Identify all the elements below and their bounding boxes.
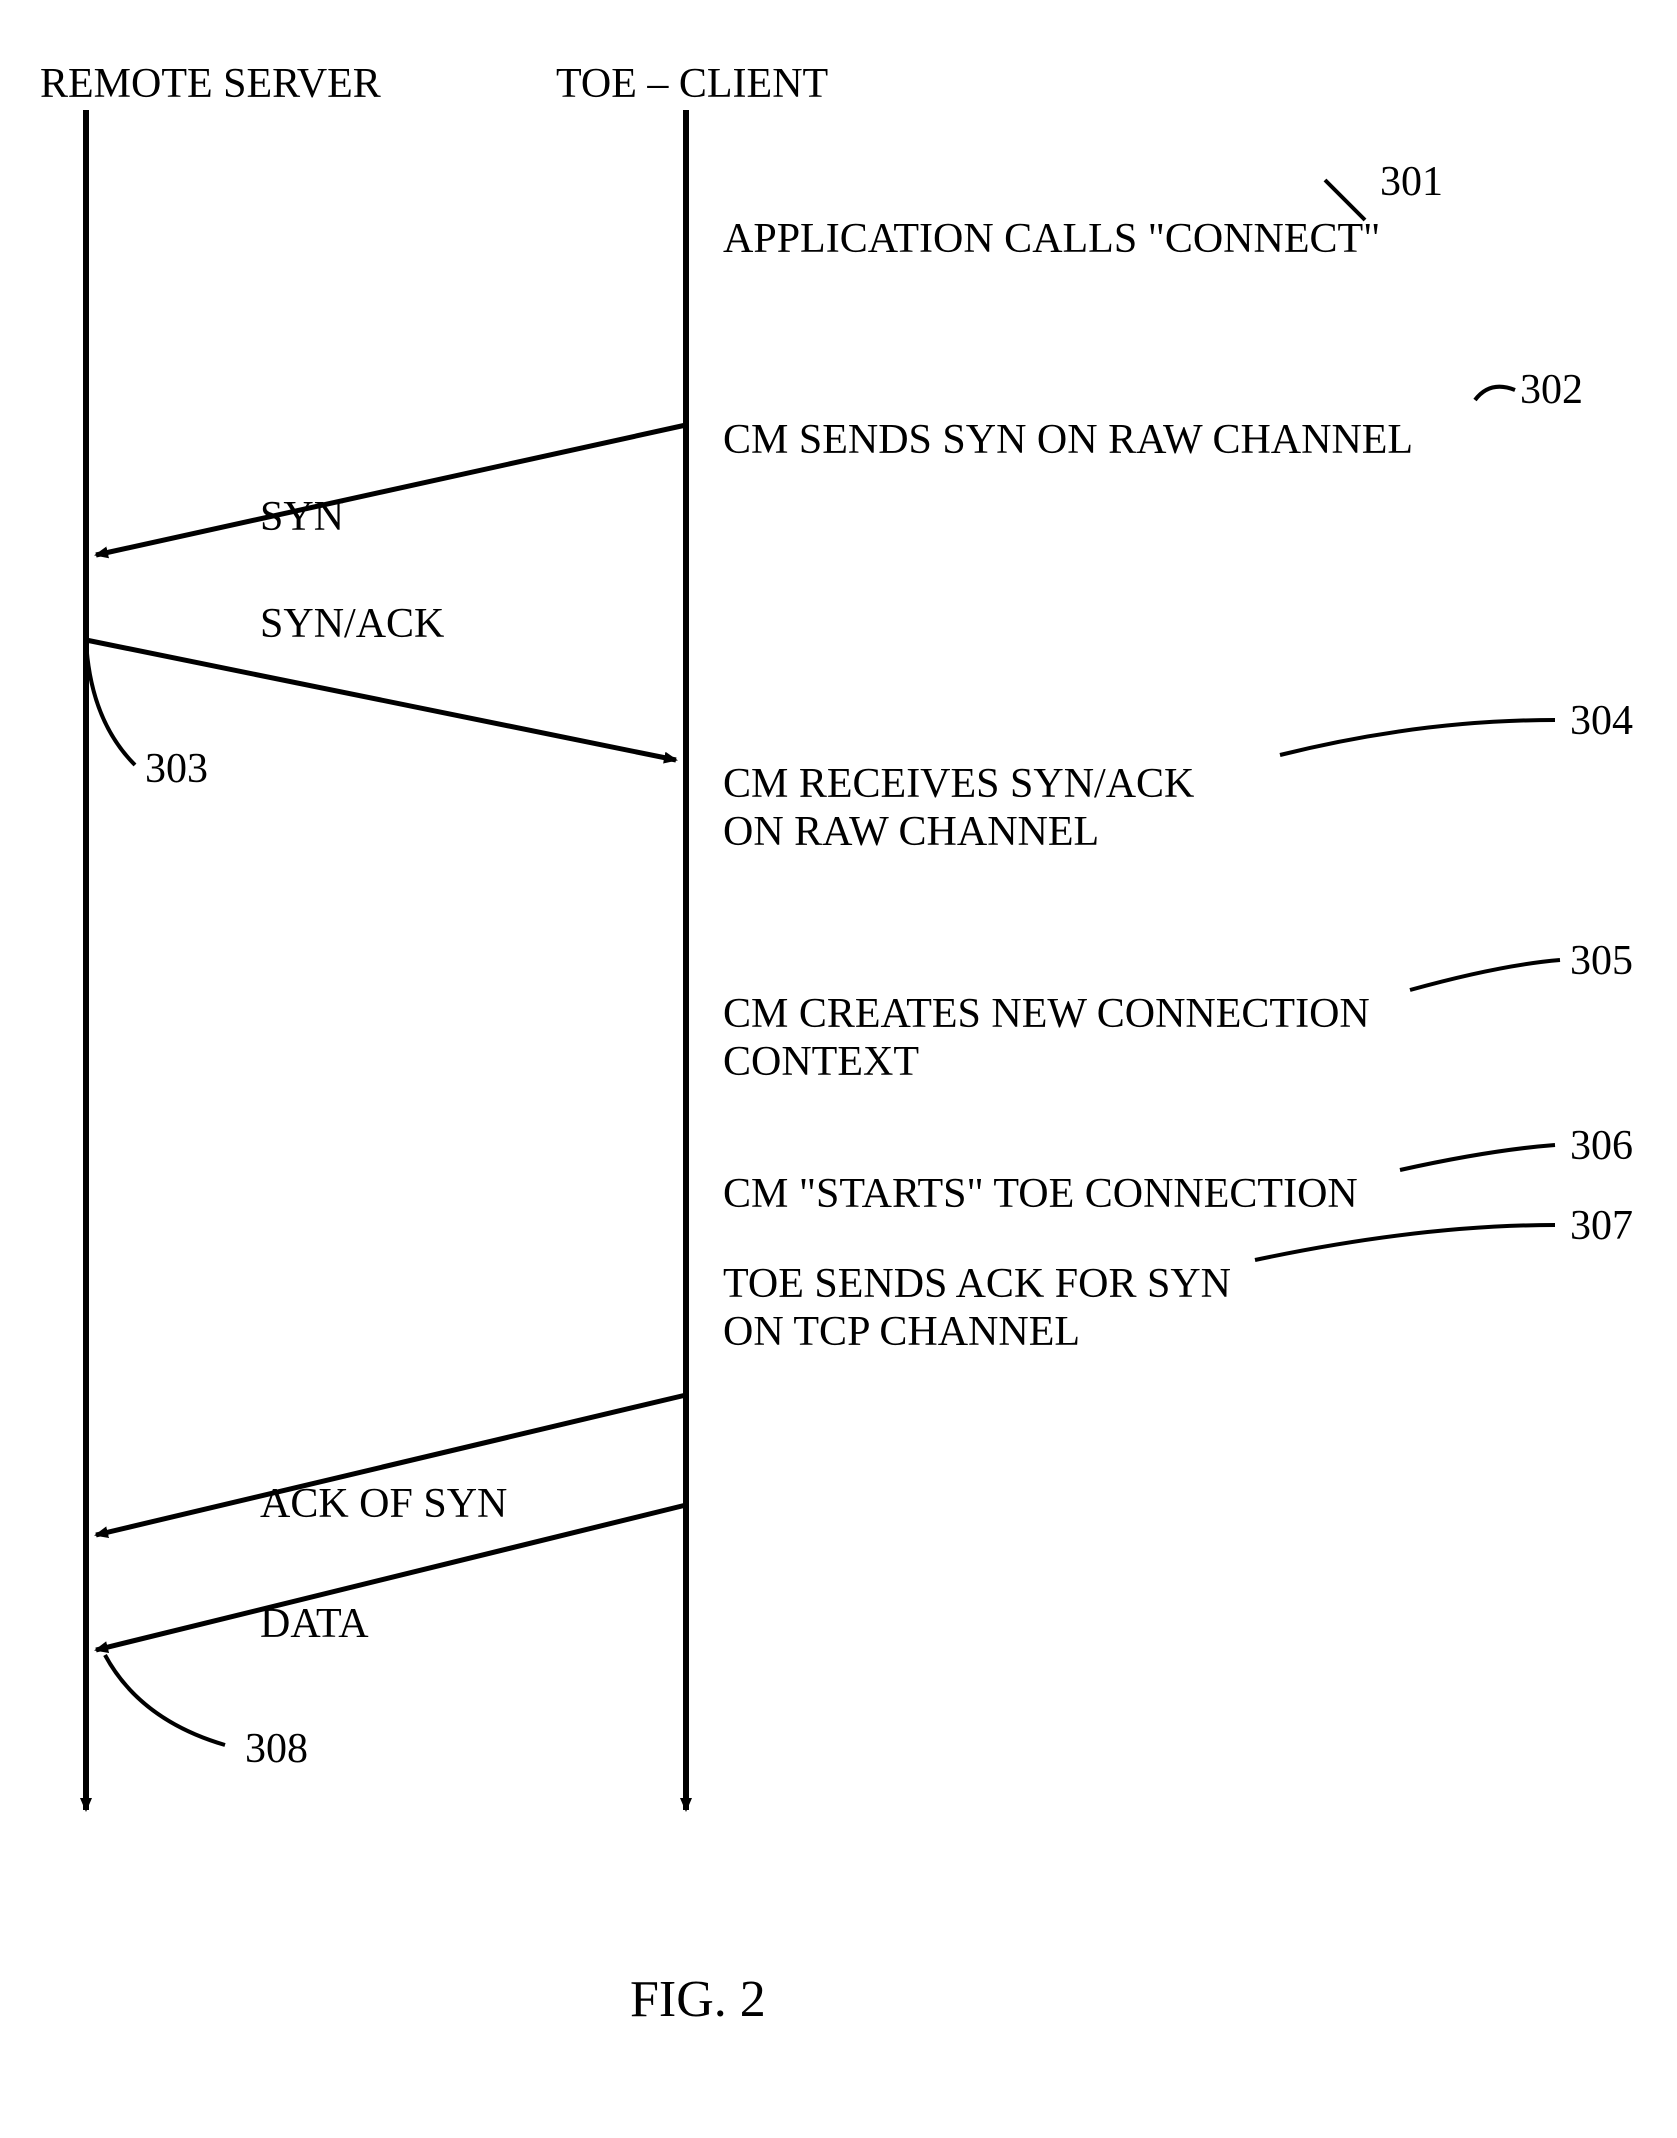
- ref-303: 303: [145, 745, 208, 793]
- sequence-diagram: REMOTE SERVER TOE – CLIENT SYN SYN/ACK A…: [0, 0, 1677, 2138]
- step-304: CM RECEIVES SYN/ACK ON RAW CHANNEL: [723, 760, 1194, 857]
- msg-synack: SYN/ACK: [260, 600, 444, 648]
- ref-307: 307: [1570, 1202, 1633, 1250]
- header-remote-server: REMOTE SERVER: [40, 60, 381, 108]
- ref-304: 304: [1570, 697, 1633, 745]
- ref-305: 305: [1570, 937, 1633, 985]
- header-toe-client: TOE – CLIENT: [556, 60, 828, 108]
- ref-306: 306: [1570, 1122, 1633, 1170]
- step-306: CM "STARTS" TOE CONNECTION: [723, 1170, 1358, 1218]
- msg-ack-of-syn: ACK OF SYN: [260, 1480, 507, 1528]
- ref-301: 301: [1380, 158, 1443, 206]
- step-302: CM SENDS SYN ON RAW CHANNEL: [723, 416, 1413, 464]
- step-305: CM CREATES NEW CONNECTION CONTEXT: [723, 990, 1370, 1087]
- step-307: TOE SENDS ACK FOR SYN ON TCP CHANNEL: [723, 1260, 1231, 1357]
- ref-308: 308: [245, 1725, 308, 1773]
- msg-syn: SYN: [260, 493, 344, 541]
- msg-data: DATA: [260, 1600, 369, 1648]
- ref-302: 302: [1520, 366, 1583, 414]
- figure-caption: FIG. 2: [630, 1970, 766, 2029]
- step-301: APPLICATION CALLS "CONNECT": [723, 215, 1380, 263]
